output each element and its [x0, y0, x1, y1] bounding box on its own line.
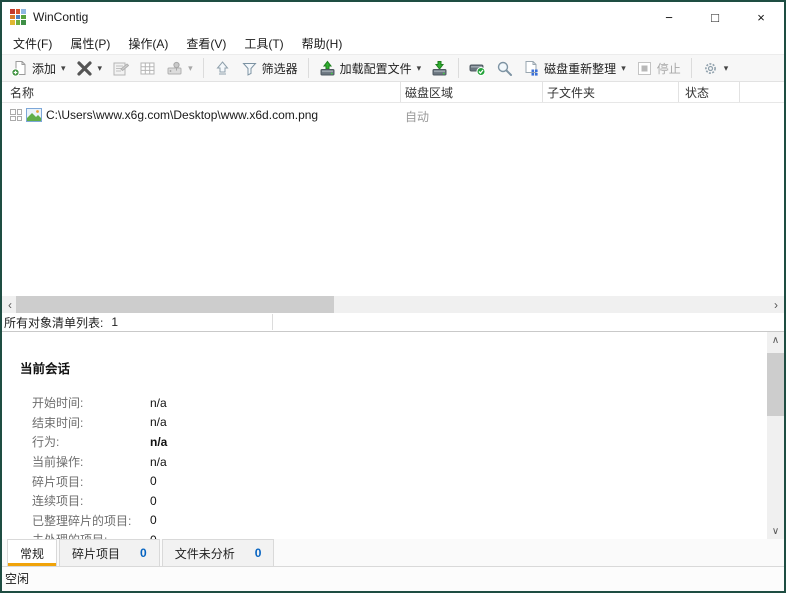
disk-upload-icon [319, 60, 336, 77]
scroll-up-icon[interactable]: ∧ [767, 332, 784, 348]
app-icon [10, 9, 26, 25]
properties-icon [112, 60, 130, 77]
session-field-current-operation: 当前操作: n/a [32, 454, 167, 470]
menu-actions[interactable]: 操作(A) [119, 32, 177, 54]
column-status[interactable]: 状态 [685, 84, 709, 101]
session-field-contiguous-items: 连续项目: 0 [32, 493, 157, 509]
session-field-action: 行为: n/a [32, 434, 168, 450]
menu-help[interactable]: 帮助(H) [293, 32, 352, 54]
tab-files-not-analyzed[interactable]: 文件未分析 0 [161, 539, 275, 566]
disk-location-dropdown-icon[interactable]: ▾ [188, 63, 193, 74]
disk-location-icon [166, 60, 183, 77]
session-title: 当前会话 [20, 362, 71, 376]
add-button[interactable]: 添加 ▾ [6, 57, 71, 80]
search-button[interactable] [491, 57, 518, 80]
add-dropdown-icon[interactable]: ▾ [61, 63, 66, 74]
add-file-icon [11, 60, 28, 77]
session-field-defragmented-items: 已整理碎片的项目: 0 [32, 513, 157, 528]
defragment-button[interactable]: 磁盘重新整理 ▾ [518, 57, 631, 80]
toolbar-separator [202, 58, 204, 78]
summary-count: 1 [111, 315, 119, 329]
funnel-icon [241, 60, 258, 77]
close-button[interactable]: × [738, 2, 784, 32]
disk-check-icon [469, 60, 486, 77]
tab-fragmented-items[interactable]: 碎片项目 0 [59, 539, 160, 566]
summary-label: 所有对象清单列表: [4, 315, 104, 330]
session-field-start-time: 开始时间: n/a [32, 395, 167, 411]
scrollbar-thumb[interactable] [767, 353, 784, 416]
tab-count-badge: 0 [140, 546, 147, 560]
load-profile-dropdown-icon[interactable]: ▾ [417, 63, 422, 74]
column-subfolder[interactable]: 子文件夹 [547, 84, 595, 101]
toolbar-separator [690, 58, 692, 78]
gear-icon [702, 60, 719, 77]
fragmentation-icon [10, 109, 22, 121]
column-name[interactable]: 名称 [10, 84, 34, 101]
summary-bar: 所有对象清单列表: 1 [2, 313, 784, 332]
defragment-file-icon [523, 60, 540, 77]
menu-tools[interactable]: 工具(T) [235, 32, 292, 54]
vertical-scrollbar[interactable]: ∧ ∨ [767, 332, 784, 539]
table-row[interactable]: C:\Users\www.x6g.com\Desktop\www.x6d.com… [2, 105, 784, 126]
toolbar: 添加 ▾ ▾ ▾ 筛选器 加载配置文件 ▾ 磁盘重新整理 ▾ 停止 ▾ [2, 54, 784, 82]
save-profile-button[interactable] [426, 57, 453, 80]
window-controls: − □ × [646, 2, 784, 32]
status-text: 空闲 [5, 572, 30, 586]
file-path: C:\Users\www.x6g.com\Desktop\www.x6d.com… [46, 108, 319, 122]
bottom-tabbar: 常规 碎片项目 0 文件未分析 0 [2, 539, 784, 567]
disk-location-button[interactable]: ▾ [161, 57, 198, 80]
wincontig-window: WinContig − □ × 文件(F) 属性(P) 操作(A) 查看(V) … [0, 0, 786, 593]
toolbar-separator [307, 58, 309, 78]
properties-button[interactable] [107, 57, 134, 80]
settings-dropdown-icon[interactable]: ▾ [724, 63, 729, 74]
settings-button[interactable]: ▾ [697, 57, 734, 80]
scroll-right-icon[interactable]: › [768, 296, 784, 313]
defragment-dropdown-icon[interactable]: ▾ [621, 63, 626, 74]
analyze-disk-button[interactable] [464, 57, 491, 80]
grid-view-button[interactable] [134, 57, 161, 80]
statusbar: 空闲 [2, 567, 784, 591]
session-panel: 当前会话 开始时间: n/a 结束时间: n/a 行为: n/a 当前操作: n… [2, 332, 784, 539]
image-file-icon [26, 108, 42, 122]
stop-icon [636, 60, 653, 77]
scroll-down-icon[interactable]: ∨ [767, 523, 784, 539]
magnifier-icon [496, 60, 513, 77]
menu-view[interactable]: 查看(V) [177, 32, 235, 54]
remove-dropdown-icon[interactable]: ▾ [98, 63, 103, 74]
scrollbar-thumb[interactable] [16, 296, 334, 313]
session-field-end-time: 结束时间: n/a [32, 415, 167, 430]
menubar: 文件(F) 属性(P) 操作(A) 查看(V) 工具(T) 帮助(H) [2, 32, 784, 54]
toolbar-separator [458, 58, 460, 78]
stop-button[interactable]: 停止 [631, 57, 686, 80]
file-list: C:\Users\www.x6g.com\Desktop\www.x6d.com… [2, 103, 784, 296]
window-title: WinContig [33, 10, 89, 24]
file-disk-area: 自动 [405, 110, 430, 124]
menu-file[interactable]: 文件(F) [4, 32, 61, 54]
move-up-button[interactable] [209, 57, 236, 80]
tab-count-badge: 0 [254, 546, 262, 560]
menu-properties[interactable]: 属性(P) [61, 32, 119, 54]
load-profile-button[interactable]: 加载配置文件 ▾ [314, 57, 427, 80]
remove-button[interactable]: ▾ [71, 57, 108, 80]
remove-x-icon [76, 60, 93, 77]
maximize-button[interactable]: □ [692, 2, 738, 32]
session-field-unprocessed-items: 未处理的项目: 0 [20, 530, 767, 539]
minimize-button[interactable]: − [646, 2, 692, 32]
filter-button[interactable]: 筛选器 [236, 57, 303, 80]
grid-icon [139, 60, 156, 77]
titlebar: WinContig − □ × [2, 2, 784, 32]
tab-general[interactable]: 常规 [7, 539, 58, 566]
up-arrow-icon [214, 60, 231, 77]
disk-download-icon [431, 60, 448, 77]
session-field-fragmented-items: 碎片项目: 0 [32, 474, 157, 489]
list-header: 名称 磁盘区域 子文件夹 状态 [2, 82, 784, 103]
horizontal-scrollbar[interactable]: ‹ › [2, 296, 784, 313]
column-disk-area[interactable]: 磁盘区域 [405, 84, 453, 101]
